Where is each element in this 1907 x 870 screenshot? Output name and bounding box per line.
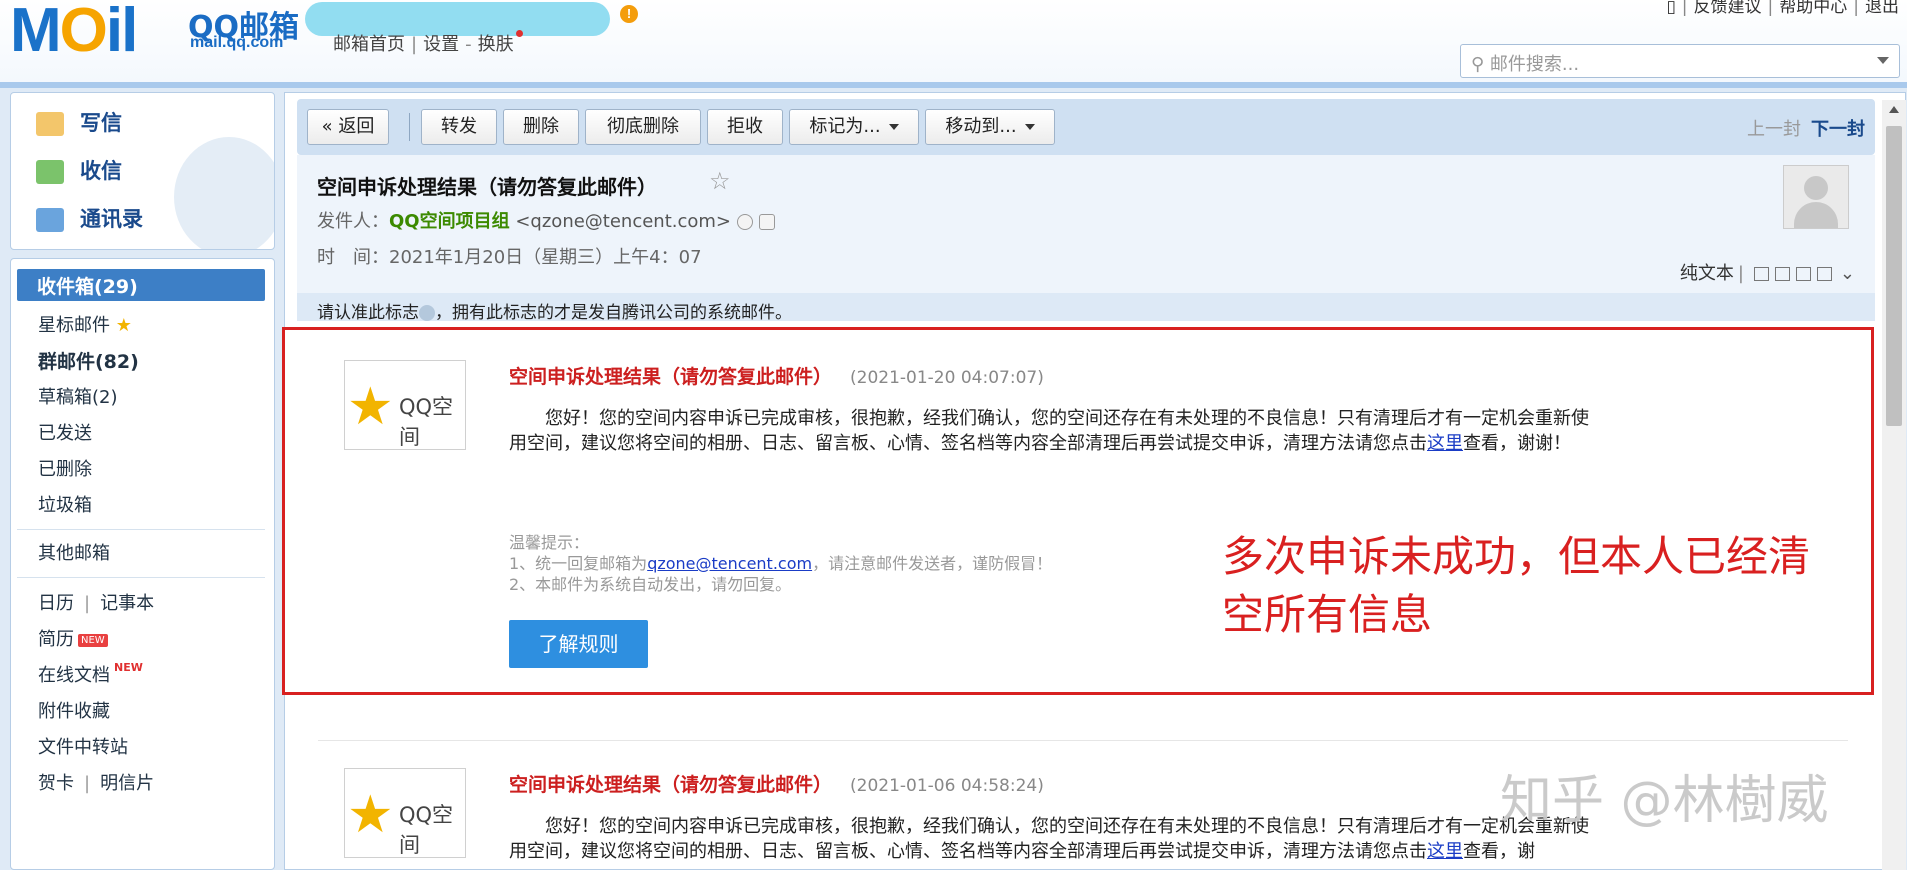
back-button[interactable]: « 返回	[307, 109, 389, 145]
alert-icon[interactable]: !	[620, 5, 638, 23]
mail-pager: 上一封 下一封	[1747, 115, 1865, 141]
compose-button[interactable]: 写信	[36, 107, 122, 137]
folder-other[interactable]: 其他邮箱	[38, 539, 110, 565]
folder-sent[interactable]: 已发送	[38, 419, 92, 445]
contacts-icon	[36, 208, 64, 232]
notes-link[interactable]: 记事本	[100, 593, 154, 614]
qzone-star-icon: ★	[347, 785, 394, 845]
penguin-decoration	[174, 137, 274, 249]
verification-notice: 请认准此标志 ，拥有此标志的才是发自腾讯公司的系统邮件。	[297, 293, 1875, 323]
scrollbar[interactable]	[1882, 100, 1906, 870]
folder-drafts[interactable]: 草稿箱(2)	[38, 383, 118, 409]
folder-starred[interactable]: 星标邮件 ★	[38, 311, 132, 337]
mail-toolbar: « 返回 转发 删除 彻底删除 拒收 标记为... 移动到... 上一封 下一封	[297, 99, 1875, 155]
expand-icon[interactable]: ⌄	[1840, 263, 1855, 284]
qqmail-url: mail.qq.com	[190, 34, 284, 51]
scroll-up-icon[interactable]	[1889, 106, 1899, 113]
copy-icon[interactable]	[1774, 267, 1790, 281]
app-header: MOil QQ邮箱 mail.qq.com ! 邮箱首页 | 设置 - 换肤 ▯ | 反馈建…	[0, 0, 1907, 86]
delete-permanently-button[interactable]: 彻底删除	[585, 109, 701, 145]
file-transfer-link[interactable]: 文件中转站	[38, 733, 128, 759]
download-icon	[36, 160, 64, 184]
mark-as-dropdown[interactable]: 标记为...	[789, 109, 919, 145]
sender-avatar	[1783, 165, 1849, 229]
star-icon: ★	[115, 315, 132, 336]
receive-button[interactable]: 收信	[36, 155, 122, 185]
sender-email: <qzone@tencent.com>	[515, 211, 732, 232]
top-nav: 邮箱首页 | 设置 - 换肤	[333, 30, 523, 56]
new-badge: NEW	[78, 633, 108, 647]
greeting-cards-link[interactable]: 贺卡	[38, 773, 74, 794]
forward-button[interactable]: 转发	[421, 109, 497, 145]
toolbar-divider	[409, 113, 410, 141]
mailbox-home-link[interactable]: 邮箱首页	[333, 34, 405, 55]
search-dropdown-icon[interactable]	[1877, 57, 1889, 64]
prev-mail-link[interactable]: 上一封	[1747, 119, 1801, 140]
star-icon[interactable]: ☆	[709, 167, 731, 195]
feedback-link[interactable]: 反馈建议	[1694, 0, 1762, 17]
resume-link[interactable]: 简历 NEW	[38, 625, 108, 651]
scroll-thumb[interactable]	[1886, 126, 1902, 426]
change-skin-link[interactable]: 换肤	[478, 34, 514, 55]
compose-icon	[36, 112, 64, 136]
qzone-logo: ★ QQ空间	[344, 768, 466, 858]
chevron-down-icon	[888, 124, 899, 130]
folder-spam[interactable]: 垃圾箱	[38, 491, 92, 517]
folder-divider	[17, 577, 265, 578]
annotation-text: 多次申诉未成功，但本人已经清空所有信息	[1222, 532, 1811, 639]
sender-name[interactable]: QQ空间项目组	[389, 211, 510, 232]
online-docs-link[interactable]: 在线文档 NEW	[38, 661, 143, 687]
quick-actions-panel: 写信 收信 通讯录	[10, 92, 275, 250]
postcards-link[interactable]: 明信片	[100, 773, 154, 794]
mail-logo[interactable]: MOil	[10, 0, 138, 62]
verified-icon	[737, 214, 754, 230]
utility-nav: ▯ | 反馈建议 | 帮助中心 | 退出	[1666, 0, 1899, 17]
calendar-link[interactable]: 日历	[38, 593, 74, 614]
mail-search-input[interactable]: ⚲ 邮件搜索...	[1460, 44, 1900, 78]
zhihu-watermark: 知乎 @林樹威	[1500, 771, 1829, 831]
tools-cards: 贺卡 | 明信片	[38, 773, 155, 794]
chevron-down-icon	[1024, 124, 1035, 130]
search-placeholder: 邮件搜索...	[1489, 54, 1580, 75]
next-mail-link[interactable]: 下一封	[1811, 119, 1865, 140]
save-icon[interactable]	[1795, 267, 1811, 281]
reject-button[interactable]: 拒收	[707, 109, 783, 145]
help-link[interactable]: 帮助中心	[1779, 0, 1847, 17]
new-window-icon[interactable]	[1753, 267, 1769, 281]
mail-time: 时 间：2021年1月20日（星期三）上午4：07	[317, 247, 702, 268]
attachments-link[interactable]: 附件收藏	[38, 697, 110, 723]
card-divider	[318, 740, 1848, 741]
logout-link[interactable]: 退出	[1865, 0, 1899, 17]
cleanup-guide-link[interactable]: 这里	[1427, 841, 1463, 862]
folder-group[interactable]: 群邮件(82)	[38, 347, 139, 374]
card-title: 空间申诉处理结果（请勿答复此邮件） (2021-01-06 04:58:24)	[509, 774, 1044, 796]
settings-link[interactable]: 设置	[423, 34, 459, 55]
new-badge: NEW	[114, 661, 143, 674]
tools-calendar-notes: 日历 | 记事本	[38, 593, 155, 614]
folder-inbox[interactable]: 收件箱(29)	[17, 269, 265, 301]
verified-mark-icon	[419, 305, 435, 321]
notification-dot	[515, 30, 523, 37]
mail-subject: 空间申诉处理结果（请勿答复此邮件）	[317, 175, 657, 199]
delete-button[interactable]: 删除	[503, 109, 579, 145]
card-body: 您好！您的空间内容申诉已完成审核，很抱歉，经我们确认，您的空间还存在有未处理的不…	[509, 816, 1589, 862]
folder-list: 收件箱(29) 星标邮件 ★ 群邮件(82) 草稿箱(2) 已发送 已删除 垃圾…	[10, 258, 275, 870]
print-icon[interactable]	[1816, 267, 1832, 281]
mail-header: 空间申诉处理结果（请勿答复此邮件） ☆ 发件人：QQ空间项目组 <qzone@t…	[297, 155, 1875, 305]
folder-divider	[17, 529, 265, 530]
plain-text-link[interactable]: 纯文本	[1680, 263, 1734, 284]
header-band	[0, 82, 1907, 88]
view-options: 纯文本 | ⌄	[1679, 263, 1855, 284]
search-icon: ⚲	[1471, 54, 1490, 75]
card-timestamp: (2021-01-06 04:58:24)	[850, 776, 1044, 796]
move-to-dropdown[interactable]: 移动到...	[925, 109, 1055, 145]
folder-deleted[interactable]: 已删除	[38, 455, 92, 481]
mail-sender: 发件人：QQ空间项目组 <qzone@tencent.com>	[317, 207, 776, 233]
contacts-button[interactable]: 通讯录	[36, 203, 143, 233]
contact-card-icon[interactable]	[759, 214, 776, 230]
phone-icon[interactable]: ▯	[1666, 0, 1675, 17]
